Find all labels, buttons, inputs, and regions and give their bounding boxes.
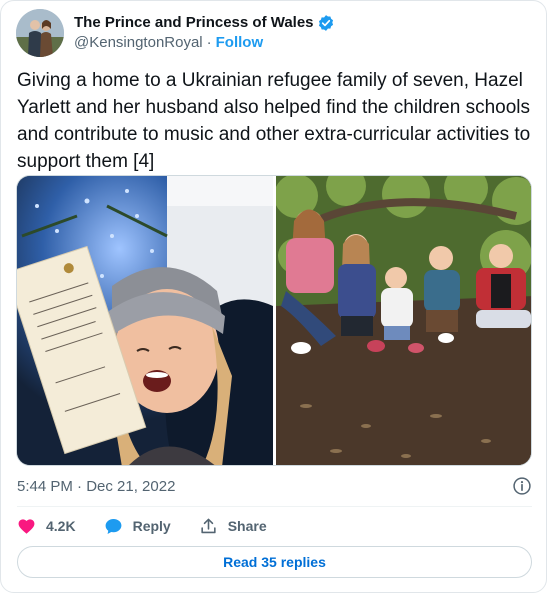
tweet-actions: 4.2K Reply Share (17, 513, 295, 539)
share-label: Share (227, 518, 267, 534)
follow-button[interactable]: Follow (216, 33, 264, 53)
divider (17, 506, 532, 507)
tweet-header: The Prince and Princess of Wales @Kensin… (16, 9, 536, 57)
reply-bubble-icon (105, 518, 121, 534)
reply-label: Reply (132, 518, 171, 534)
tweet-media (16, 175, 532, 466)
avatar[interactable] (16, 9, 64, 57)
share-upload-icon (201, 518, 216, 533)
handle-row: @KensingtonRoyal · Follow (74, 33, 335, 53)
tweet-timestamp[interactable]: 5:44 PM · Dec 21, 2022 (17, 478, 175, 495)
read-replies-button[interactable]: Read 35 replies (17, 546, 532, 578)
like-button[interactable]: 4.2K (17, 517, 76, 536)
verified-badge-icon (317, 14, 335, 32)
display-name-row: The Prince and Princess of Wales (74, 13, 335, 33)
photo-children-in-garden[interactable] (276, 176, 531, 465)
share-button[interactable]: Share (199, 517, 267, 536)
reply-button[interactable]: Reply (104, 517, 171, 536)
photo-woman-with-card[interactable] (17, 176, 273, 465)
separator-dot: · (206, 34, 212, 51)
tweet-meta: 5:44 PM · Dec 21, 2022 (17, 474, 532, 498)
tweet-text: Giving a home to a Ukrainian refugee fam… (17, 70, 531, 172)
display-name[interactable]: The Prince and Princess of Wales (74, 13, 314, 33)
like-count: 4.2K (46, 518, 76, 534)
info-icon[interactable] (512, 476, 532, 496)
handle[interactable]: @KensingtonRoyal (74, 33, 203, 53)
heart-icon (18, 518, 35, 534)
author-info: The Prince and Princess of Wales @Kensin… (74, 13, 335, 53)
tweet-card: The Prince and Princess of Wales @Kensin… (0, 0, 547, 593)
